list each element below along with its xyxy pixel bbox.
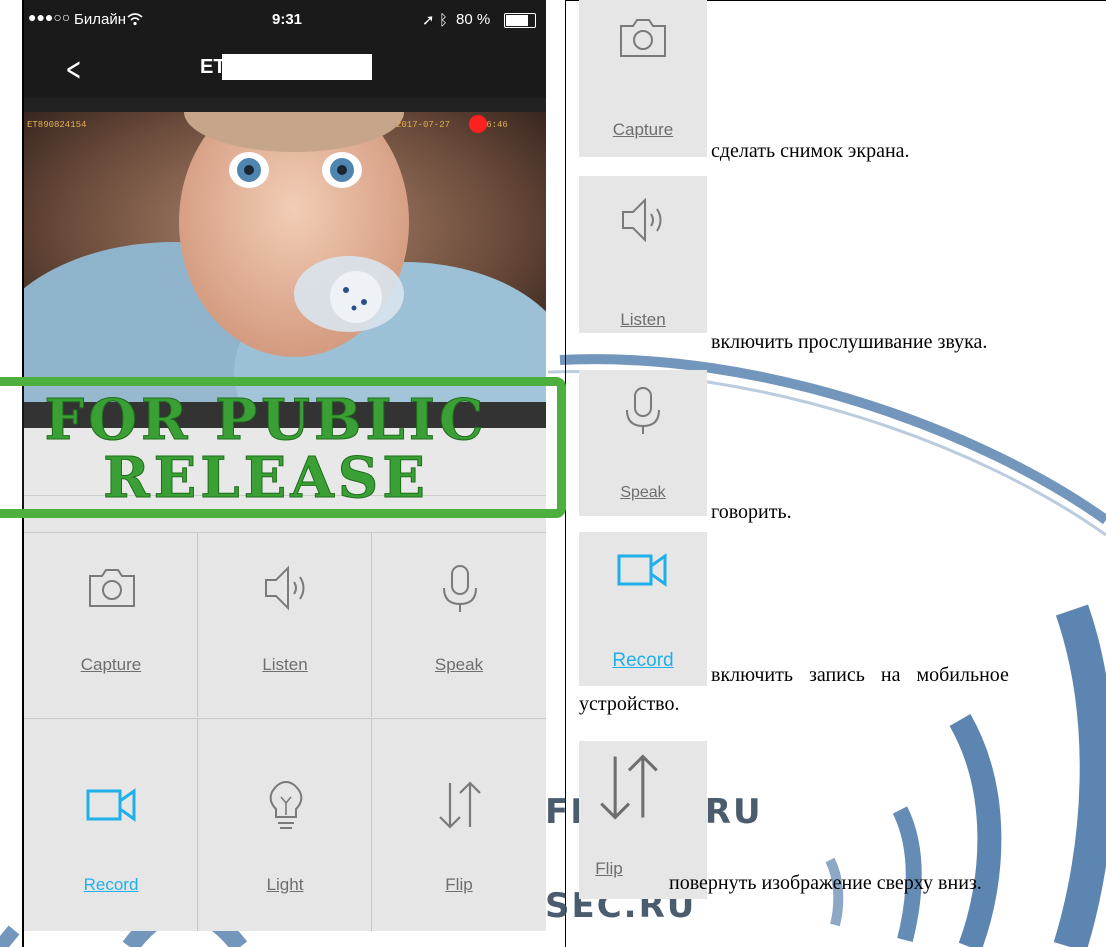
listen-label: Listen: [262, 655, 308, 674]
lightbulb-icon: [269, 780, 303, 829]
location-icon: ➚: [422, 12, 435, 29]
back-chevron-icon[interactable]: <: [65, 50, 81, 88]
battery-percent: 80 %: [456, 11, 491, 28]
light-label: Light: [266, 875, 304, 894]
record-label: Record: [612, 650, 674, 671]
speak-label: Speak: [620, 484, 666, 501]
flip-arrows-icon: [600, 754, 658, 820]
capture-label: Capture: [80, 655, 142, 674]
speak-button[interactable]: Speak: [579, 370, 707, 516]
record-label: Record: [83, 875, 139, 894]
speak-label: Speak: [434, 655, 484, 674]
listen-button[interactable]: Listen: [579, 176, 707, 333]
speak-description: говорить.: [711, 501, 792, 523]
flip-label: Flip: [595, 859, 623, 878]
listen-description: включить прослушивание звука.: [711, 331, 988, 353]
baby-photo: [24, 112, 546, 402]
record-description-line1: включить запись на мобильное: [711, 664, 1009, 686]
capture-description: сделать снимок экрана.: [711, 140, 910, 162]
flip-button[interactable]: Flip: [372, 719, 546, 931]
osd-date: 2017-07-27: [396, 120, 451, 130]
clock: 9:31: [272, 11, 303, 28]
osd-datetime: 2017-07-27 :36:46: [396, 120, 508, 130]
capture-button[interactable]: Capture: [579, 0, 707, 157]
video-camera-icon: [86, 788, 136, 822]
control-grid: Capture Listen Speak Record Light Flip: [24, 532, 546, 931]
wifi-icon: [127, 13, 143, 26]
capture-label: Capture: [612, 120, 674, 139]
listen-label: Listen: [620, 310, 666, 329]
signal-indicator: ●●●○○: [28, 9, 71, 25]
light-button[interactable]: Light: [198, 719, 372, 931]
bluetooth-icon: ᛒ: [439, 11, 449, 29]
carrier-name: Билайн: [74, 11, 126, 28]
capture-button[interactable]: Capture: [24, 532, 198, 717]
stamp-line-1: FOR PUBLIC: [44, 387, 488, 454]
redaction-box: [222, 54, 372, 80]
video-camera-icon: [617, 553, 667, 587]
camera-icon: [89, 569, 135, 607]
recording-indicator: [469, 115, 487, 133]
record-description-line2: устройство.: [579, 693, 680, 715]
speak-button[interactable]: Speak: [372, 532, 546, 717]
listen-button[interactable]: Listen: [198, 532, 372, 717]
osd-device-id: ET890824154: [27, 120, 87, 130]
camera-icon: [620, 19, 666, 57]
battery-icon: [504, 13, 536, 28]
public-release-stamp: FOR PUBLIC RELEASE: [0, 377, 566, 522]
record-button[interactable]: Record: [24, 719, 198, 931]
speaker-icon: [622, 197, 662, 243]
nav-bar: < ET: [24, 40, 546, 98]
flip-label: Flip: [445, 875, 473, 894]
flip-description: повернуть изображение сверху вниз.: [669, 872, 982, 894]
record-button[interactable]: Record: [579, 532, 707, 686]
speaker-icon: [265, 565, 305, 611]
stamp-line-2: RELEASE: [103, 445, 429, 512]
status-bar: ●●●○○ Билайн 9:31 ➚ ᛒ 80 %: [24, 0, 546, 40]
flip-arrows-icon: [439, 781, 481, 829]
battery-level: [506, 15, 528, 26]
microphone-icon: [626, 387, 660, 434]
microphone-icon: [443, 565, 477, 612]
